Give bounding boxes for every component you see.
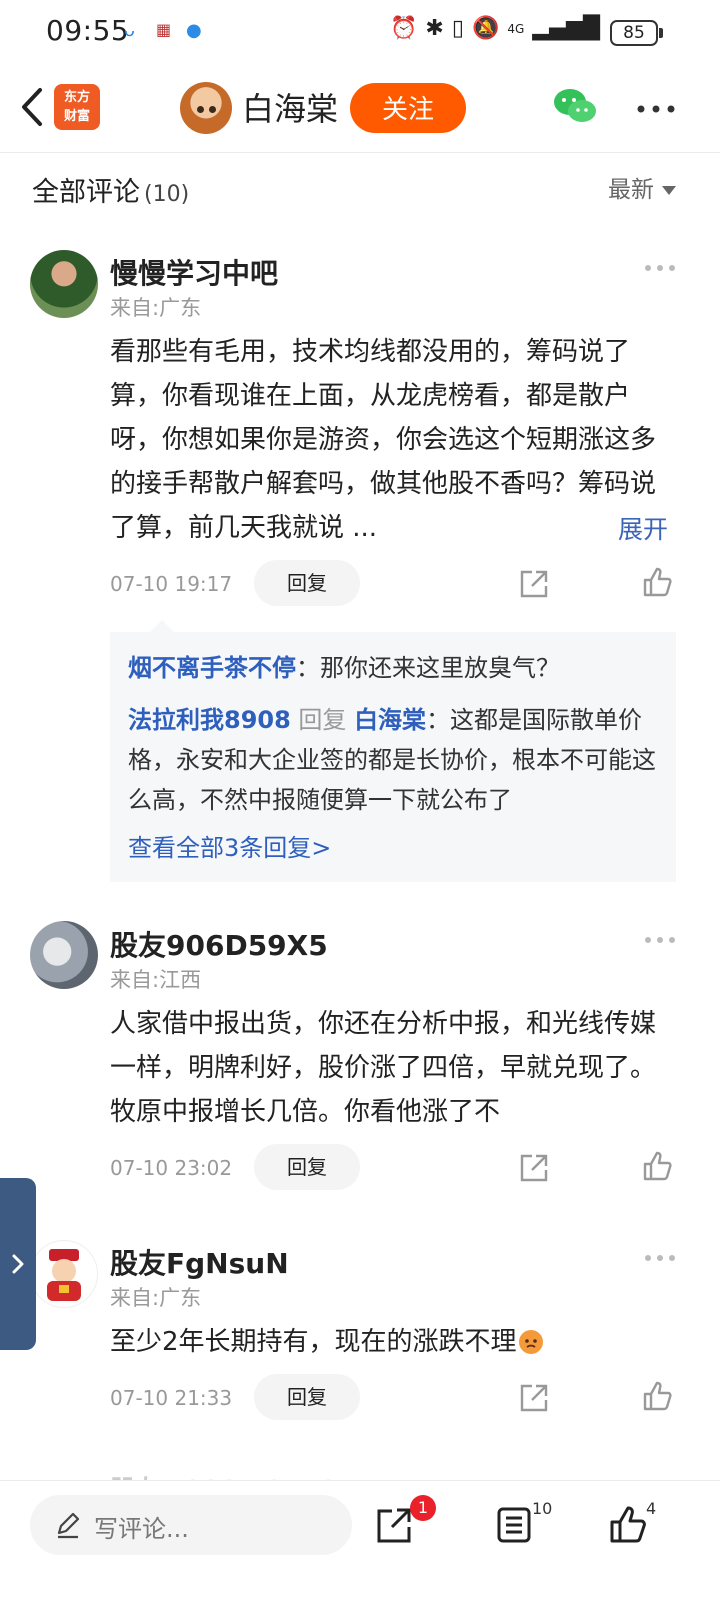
app-logo[interactable]: 东方 财富 xyxy=(54,84,100,130)
reply-target[interactable]: 白海棠 xyxy=(354,706,426,734)
share-icon[interactable] xyxy=(518,1382,550,1414)
network-type: 4G xyxy=(507,21,525,36)
vibrate-icon: ▯ xyxy=(451,16,464,41)
comments-section-title: 全部评论 (10) xyxy=(32,170,189,209)
side-drawer-tab[interactable] xyxy=(0,1178,36,1350)
back-arrow-icon[interactable] xyxy=(14,82,54,132)
wechat-icon[interactable] xyxy=(552,86,598,126)
follow-button[interactable]: 关注 xyxy=(350,83,466,133)
share-icon[interactable] xyxy=(518,1152,550,1184)
commenter-avatar[interactable] xyxy=(30,250,98,318)
angry-emoji-icon xyxy=(518,1330,543,1354)
reply-to-label: 回复 xyxy=(290,706,355,734)
like-icon[interactable] xyxy=(642,1380,674,1412)
commenter-name[interactable]: 慢慢学习中吧 xyxy=(110,252,278,292)
sort-dropdown[interactable]: 最新 xyxy=(608,170,676,204)
like-icon[interactable] xyxy=(642,566,674,598)
status-bar: 09:55 ᴗ ▦ ● ⏰ ✱ ▯ 🔕 4G ▂▄▆█ 85 xyxy=(0,0,720,64)
expand-link[interactable]: 展开 xyxy=(611,510,668,546)
battery-indicator: 85 xyxy=(610,20,663,46)
reply-item[interactable]: 法拉利我8908 回复 白海棠：这都是国际散单价格，永安和大企业签的都是长协价，… xyxy=(128,700,668,820)
alarm-icon: ⏰ xyxy=(390,16,418,41)
comment-text-content: 至少2年长期持有，现在的涨跌不理 xyxy=(110,1327,517,1357)
reply-thread: 烟不离手茶不停：那你还来这里放臭气？ 法拉利我8908 回复 白海棠：这都是国际… xyxy=(110,620,676,882)
logo-line-1: 东方 xyxy=(63,90,90,105)
reply-button[interactable]: 回复 xyxy=(254,1144,360,1190)
sync-icon: ᴗ xyxy=(124,20,136,41)
comment-time: 07-10 23:02 xyxy=(110,1156,233,1180)
reply-item[interactable]: 烟不离手茶不停：那你还来这里放臭气？ xyxy=(128,648,668,688)
commenter-avatar[interactable] xyxy=(30,1240,98,1308)
mute-icon: 🔕 xyxy=(471,16,500,41)
reply-author[interactable]: 烟不离手茶不停 xyxy=(128,654,296,682)
partial-next-comment-name: 股友H888 70110 xyxy=(110,1470,338,1480)
view-all-replies-link[interactable]: 查看全部3条回复> xyxy=(128,828,331,863)
chevron-down-icon xyxy=(662,186,676,195)
fortune-god-icon xyxy=(47,1249,81,1301)
commenter-location: 来自:广东 xyxy=(110,1286,202,1310)
comment-text: 看那些有毛用，技术均线都没用的，筹码说了算，你看现谁在上面，从龙虎榜看，都是散户… xyxy=(110,337,657,543)
status-time: 09:55 xyxy=(46,14,130,47)
status-icons: ⏰ ✱ ▯ 🔕 4G ▂▄▆█ xyxy=(390,16,600,41)
sort-label: 最新 xyxy=(608,177,654,203)
reply-button[interactable]: 回复 xyxy=(254,560,360,606)
bottom-action-bar: 写评论... 1 10 4 xyxy=(0,1480,720,1601)
logo-line-2: 财富 xyxy=(63,109,90,124)
comment-more-icon[interactable] xyxy=(644,1254,676,1262)
share-badge: 1 xyxy=(410,1495,436,1521)
comments-title-label: 全部评论 xyxy=(32,177,140,208)
reply-button[interactable]: 回复 xyxy=(254,1374,360,1420)
like-icon[interactable] xyxy=(608,1505,648,1545)
comment-time: 07-10 19:17 xyxy=(110,572,233,596)
more-menu-icon[interactable] xyxy=(636,104,676,114)
commenter-name[interactable]: 股友906D59X5 xyxy=(110,924,328,964)
comment-text: 至少2年长期持有，现在的涨跌不理 xyxy=(110,1320,670,1364)
signal-icon: ▂▄▆█ xyxy=(532,16,600,41)
comments-icon[interactable] xyxy=(494,1505,534,1545)
comment-more-icon[interactable] xyxy=(644,936,676,944)
comment-count: 10 xyxy=(532,1499,553,1518)
like-count: 4 xyxy=(646,1499,657,1518)
share-icon[interactable] xyxy=(374,1505,414,1545)
share-icon[interactable] xyxy=(518,568,550,600)
commenter-location: 来自:江西 xyxy=(110,968,202,992)
commenter-name[interactable]: 股友FgNsuN xyxy=(110,1242,289,1282)
comment-input-placeholder: 写评论... xyxy=(94,1515,189,1543)
like-icon[interactable] xyxy=(642,1150,674,1182)
app-grid-icon: ▦ xyxy=(156,20,172,39)
comment-input[interactable]: 写评论... xyxy=(30,1495,352,1555)
author-avatar[interactable] xyxy=(180,82,232,134)
comment-text: 人家借中报出货，你还在分析中报，和光线传媒一样，明牌利好，股价涨了四倍，早就兑现… xyxy=(110,1009,657,1127)
comment-more-icon[interactable] xyxy=(644,264,676,272)
pen-icon xyxy=(57,1512,80,1539)
top-header: 东方 财富 白海棠 关注 xyxy=(0,64,720,153)
commenter-location: 来自:广东 xyxy=(110,296,202,320)
bluetooth-icon: ✱ xyxy=(425,16,444,41)
chevron-right-icon xyxy=(12,1254,24,1274)
commenter-avatar[interactable] xyxy=(30,921,98,989)
browser-icon: ● xyxy=(186,20,202,41)
reply-author[interactable]: 法拉利我8908 xyxy=(128,706,291,734)
reply-text: ：那你还来这里放臭气？ xyxy=(296,654,560,682)
comments-count: (10) xyxy=(144,182,190,207)
comment-time: 07-10 21:33 xyxy=(110,1386,233,1410)
author-name[interactable]: 白海棠 xyxy=(242,84,338,130)
